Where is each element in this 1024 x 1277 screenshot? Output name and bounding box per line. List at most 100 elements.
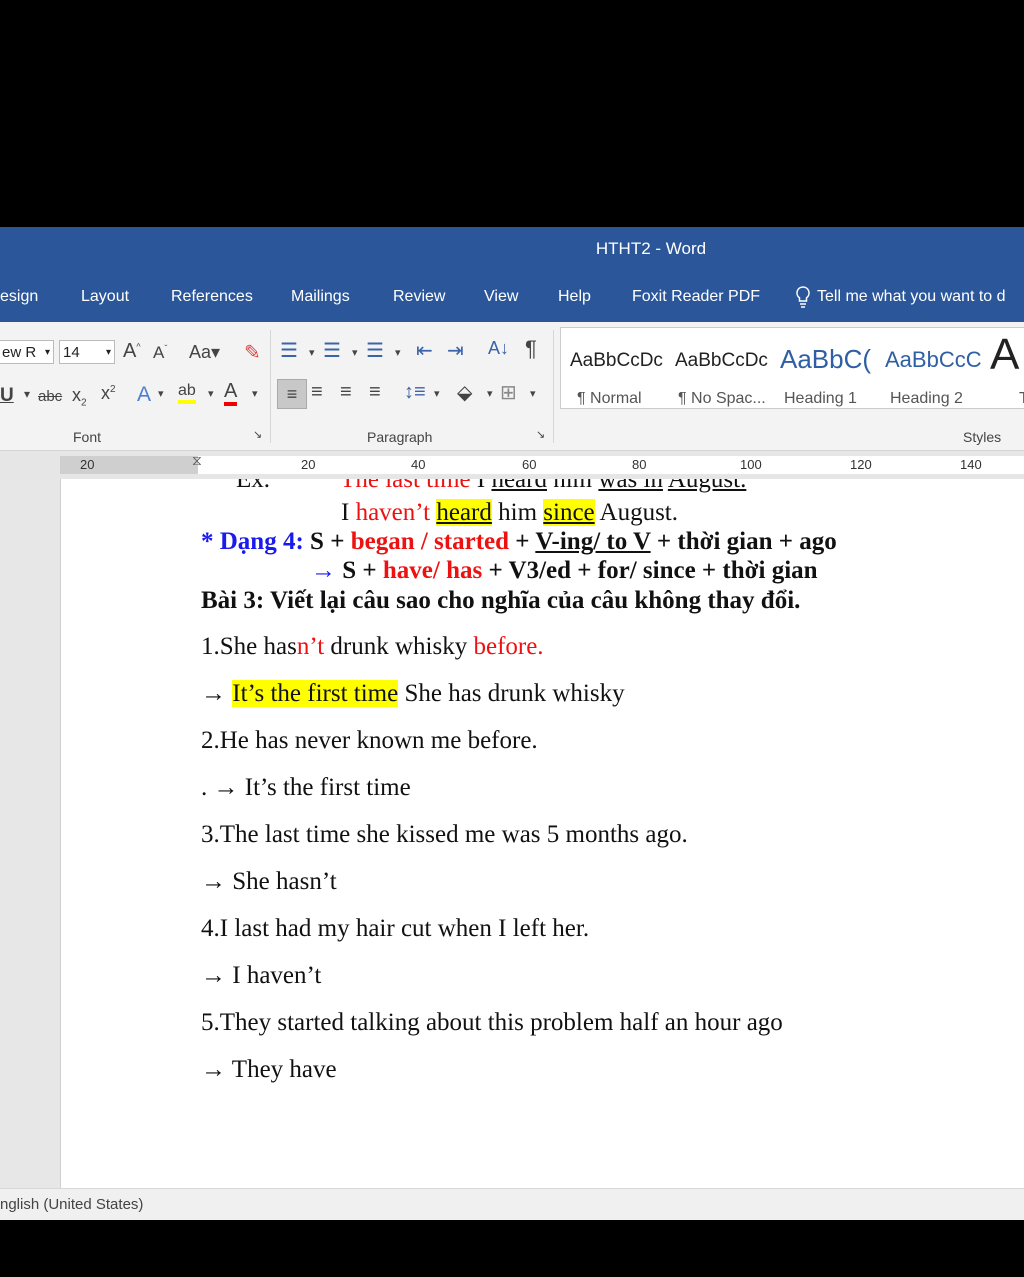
highlight-color-icon[interactable]: ab (178, 382, 196, 404)
arrow-icon: → (201, 680, 226, 707)
tab-design[interactable]: esign (0, 288, 38, 306)
chevron-down-icon[interactable]: ▾ (530, 387, 536, 400)
style-normal[interactable]: AaBbCcDc ¶ Normal (561, 328, 666, 408)
exercise-3-heading: Bài 3: Viết lại câu sao cho nghĩa của câ… (201, 587, 801, 614)
change-case-icon[interactable]: Aa▾ (189, 342, 220, 363)
align-left-icon[interactable]: ≡ (277, 379, 307, 409)
chevron-down-icon[interactable]: ▾ (158, 387, 164, 400)
example-text: August. (667, 479, 747, 493)
strikethrough-icon[interactable]: abc (38, 388, 62, 405)
question-4: 4.I last had my hair cut when I left her… (201, 915, 590, 942)
justify-icon[interactable]: ≡ (369, 381, 381, 404)
example-prefix: Ex. (236, 479, 271, 493)
answer-2: . → It’s the first time (201, 774, 411, 801)
ex2-heard-highlight: heard (436, 499, 492, 526)
language-status[interactable]: nglish (United States) (0, 1196, 143, 1213)
question-2: 2.He has never known me before. (201, 727, 538, 754)
style-preview: A (990, 330, 1020, 379)
arrow-icon: → (311, 557, 336, 584)
ex2-him: him (491, 499, 544, 526)
chevron-down-icon[interactable]: ▾ (487, 387, 493, 400)
chevron-down-icon: ▾ (105, 347, 111, 358)
dang4b-s: S + (336, 557, 383, 584)
question-3: 3.The last time she kissed me was 5 mont… (201, 821, 688, 848)
bullets-icon[interactable]: ☰ (280, 338, 298, 363)
ribbon-tabs: esign Layout References Mailings Review … (0, 272, 1024, 322)
style-label: ¶ Normal (577, 390, 642, 407)
show-formatting-marks-icon[interactable]: ¶ (525, 336, 537, 362)
grow-font-icon[interactable]: A^ (123, 340, 141, 363)
q1-c: drunk whisky (324, 633, 474, 660)
align-center-icon[interactable]: ≡ (311, 381, 323, 404)
styles-gallery: AaBbCcDc ¶ Normal AaBbCcDc ¶ No Spac... … (560, 327, 1024, 409)
sort-icon[interactable]: A↓ (488, 338, 509, 359)
borders-icon[interactable]: ⊞ (500, 380, 517, 405)
style-heading-2[interactable]: AaBbCcC Heading 2 (876, 328, 982, 408)
shrink-font-icon[interactable]: Aˇ (153, 343, 167, 363)
decrease-indent-icon[interactable]: ⇤ (416, 338, 433, 363)
ruler-label: 60 (522, 457, 537, 472)
document-page[interactable]: Ex. The last time I heard him was in Aug… (60, 479, 1024, 1188)
example-red-text: The last time (340, 479, 471, 493)
font-size-box[interactable]: 14 ▾ (59, 340, 115, 364)
chevron-down-icon[interactable]: ▾ (252, 387, 258, 400)
status-bar: nglish (United States) (0, 1188, 1024, 1221)
subscript-icon[interactable]: x2 (72, 385, 87, 409)
tab-layout[interactable]: Layout (81, 288, 129, 306)
example-underlined-verb: heard (491, 479, 547, 493)
superscript-icon[interactable]: x2 (101, 383, 116, 404)
line-spacing-icon[interactable]: ↕≡ (404, 381, 426, 404)
window-title: HTHT2 - Word (595, 239, 707, 258)
group-label-font: Font (73, 429, 102, 445)
chevron-down-icon[interactable]: ▾ (208, 387, 214, 400)
style-label: Heading 1 (784, 390, 857, 407)
q1-nt: n’t (296, 633, 325, 660)
font-size-value: 14 (63, 344, 80, 361)
ruler-label: 100 (740, 457, 762, 472)
chevron-down-icon[interactable]: ▾ (24, 387, 30, 401)
chevron-down-icon[interactable]: ▾ (352, 346, 358, 359)
style-heading-1[interactable]: AaBbC( Heading 1 (771, 328, 876, 408)
chevron-down-icon[interactable]: ▾ (434, 387, 440, 400)
ex2-havent: haven’t (355, 499, 437, 526)
tab-help[interactable]: Help (558, 288, 591, 306)
horizontal-ruler[interactable]: 20 ⧖ 20 40 60 80 100 120 140 (0, 451, 1024, 479)
tab-view[interactable]: View (484, 288, 518, 306)
text-effects-icon[interactable]: A (137, 383, 151, 407)
indent-marker-icon[interactable]: ⧖ (192, 452, 202, 469)
tab-foxit-reader-pdf[interactable]: Foxit Reader PDF (632, 288, 760, 306)
paragraph-dialog-launcher-icon[interactable]: ↘ (536, 428, 545, 441)
screen-top-black-area (0, 0, 1024, 227)
font-dialog-launcher-icon[interactable]: ↘ (253, 428, 262, 441)
chevron-down-icon[interactable]: ▾ (395, 346, 401, 359)
font-name-box[interactable]: ew R ▾ (0, 340, 54, 364)
style-label: T (1019, 390, 1024, 407)
tab-mailings[interactable]: Mailings (291, 288, 350, 306)
document-area[interactable]: Ex. The last time I heard him was in Aug… (0, 479, 1024, 1188)
multilevel-list-icon[interactable]: ☰ (366, 338, 384, 363)
shading-icon[interactable]: ⬙ (457, 380, 472, 405)
question-1: 1.She hasn’t drunk whisky before. (201, 633, 544, 661)
increase-indent-icon[interactable]: ⇥ (447, 338, 464, 363)
style-preview: AaBbC( (780, 344, 872, 374)
group-label-styles: Styles (963, 429, 1002, 445)
tab-review[interactable]: Review (393, 288, 445, 306)
example-line-cut: Ex. The last time I heard him was in Aug… (236, 479, 746, 494)
ex2-august: August. (594, 499, 679, 526)
example-text: him (553, 479, 593, 493)
tell-me-search[interactable]: Tell me what you want to d (795, 286, 1006, 308)
chevron-down-icon[interactable]: ▾ (309, 346, 315, 359)
tab-references[interactable]: References (171, 288, 253, 306)
q1-a: 1.She has (201, 633, 297, 660)
style-no-spacing[interactable]: AaBbCcDc ¶ No Spac... (666, 328, 771, 408)
example-underlined-phrase: was in (598, 479, 663, 493)
clear-formatting-icon[interactable]: ✎ (244, 340, 261, 365)
lightbulb-icon (796, 286, 810, 308)
font-name-value: ew R (2, 344, 37, 361)
numbering-icon[interactable]: ☰ (323, 338, 341, 363)
underline-icon[interactable]: U (0, 385, 14, 407)
style-title[interactable]: A T (981, 328, 1024, 408)
dang4-line: * Dạng 4: S + began / started + V-ing/ t… (201, 528, 837, 556)
font-color-icon[interactable]: A (224, 380, 238, 406)
align-right-icon[interactable]: ≡ (340, 381, 352, 404)
